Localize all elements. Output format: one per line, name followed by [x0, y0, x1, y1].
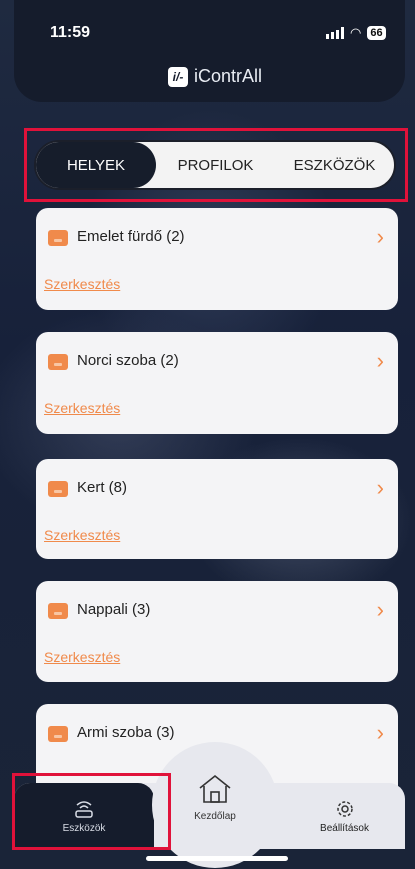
home-icon — [199, 774, 231, 803]
chevron-right-icon[interactable]: › — [377, 348, 384, 374]
room-card[interactable]: Nappali (3) › Szerkesztés — [36, 581, 398, 682]
room-icon — [48, 603, 68, 619]
signal-icon — [326, 27, 344, 39]
nav-settings-label: Beállítások — [320, 822, 369, 834]
devices-highlight — [12, 773, 171, 850]
room-icon — [48, 726, 68, 742]
app-header: 11:59 ◠ 66 i/- iContrAll — [14, 0, 405, 102]
room-title: Armi szoba (3) — [77, 724, 175, 741]
battery-icon: 66 — [367, 26, 386, 40]
app-brand: i/- iContrAll — [168, 66, 262, 87]
tab-helyek[interactable]: HELYEK — [36, 142, 156, 188]
app-logo-icon: i/- — [168, 66, 188, 87]
nav-settings[interactable]: Beállítások — [284, 783, 405, 849]
segment-tabs: HELYEK PROFILOK ESZKÖZÖK — [34, 140, 396, 190]
status-time: 11:59 — [50, 24, 91, 41]
room-card[interactable]: Kert (8) › Szerkesztés — [36, 459, 398, 559]
wifi-icon: ◠ — [350, 25, 362, 40]
room-title: Norci szoba (2) — [77, 352, 179, 369]
status-icons: ◠ 66 — [326, 25, 386, 41]
chevron-right-icon[interactable]: › — [377, 224, 384, 250]
app-screen: 11:59 ◠ 66 i/- iContrAll HELYEK PROFILOK… — [0, 0, 415, 869]
room-title: Nappali (3) — [77, 601, 151, 618]
tab-eszkozok[interactable]: ESZKÖZÖK — [275, 142, 394, 188]
room-card[interactable]: Emelet fürdő (2) › Szerkesztés — [36, 208, 398, 310]
edit-link[interactable]: Szerkesztés — [44, 400, 120, 416]
edit-link[interactable]: Szerkesztés — [44, 276, 120, 292]
app-name: iContrAll — [194, 66, 263, 86]
chevron-right-icon[interactable]: › — [377, 475, 384, 501]
chevron-right-icon[interactable]: › — [377, 720, 384, 746]
edit-link[interactable]: Szerkesztés — [44, 527, 120, 543]
room-icon — [48, 230, 68, 246]
tab-profilok[interactable]: PROFILOK — [156, 142, 275, 188]
home-indicator — [146, 856, 288, 861]
room-title: Kert (8) — [77, 479, 128, 496]
nav-home-label: Kezdőlap — [194, 810, 236, 822]
room-icon — [48, 481, 68, 497]
room-title: Emelet fürdő (2) — [77, 228, 185, 245]
room-icon — [48, 354, 68, 370]
chevron-right-icon[interactable]: › — [377, 597, 384, 623]
room-card[interactable]: Norci szoba (2) › Szerkesztés — [36, 332, 398, 434]
gear-icon — [336, 800, 353, 817]
edit-link[interactable]: Szerkesztés — [44, 649, 120, 665]
